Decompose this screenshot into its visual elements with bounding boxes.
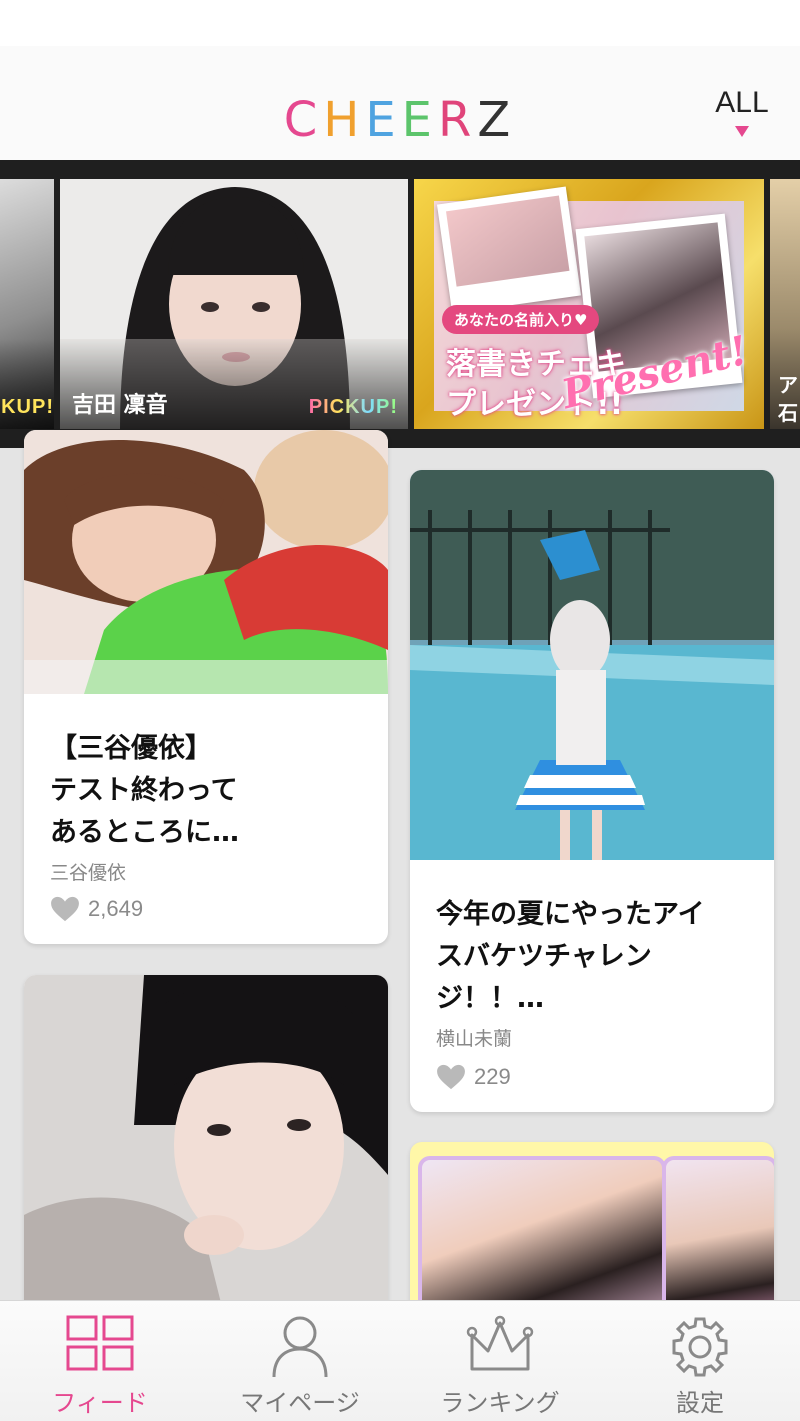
all-filter-button[interactable]: ALL — [712, 86, 772, 137]
card-author: 横山未蘭 — [436, 1028, 513, 1050]
logo-letter: E — [365, 92, 402, 148]
tab-label: 設定 — [676, 1389, 724, 1417]
bottom-tab-bar: フィード マイページ ランキング 設定 — [0, 1300, 800, 1421]
logo-letter: H — [323, 92, 366, 148]
card-title-line: テスト終わって — [50, 775, 238, 806]
tab-label: フィード — [52, 1389, 148, 1417]
all-filter-label: ALL — [715, 86, 769, 119]
tab-mypage[interactable]: マイページ — [200, 1301, 400, 1421]
card-likes[interactable]: 2,649 — [50, 896, 143, 922]
card-title-line: ジ！！… — [436, 983, 544, 1014]
tab-ranking[interactable]: ランキング — [400, 1301, 600, 1421]
feed-grid-icon — [66, 1315, 134, 1371]
card-like-count: 229 — [474, 1064, 511, 1089]
pickup-badge: PICKUP! — [309, 396, 398, 419]
tab-settings[interactable]: 設定 — [600, 1301, 800, 1421]
heart-icon — [51, 896, 79, 922]
dropdown-arrow-icon — [735, 126, 749, 137]
feed-card[interactable]: 今年の夏にやったアイ スバケツチャレン ジ！！… 横山未蘭 229 — [410, 470, 774, 1112]
card-collage-photo — [662, 1156, 774, 1322]
card-title-line: あるところに… — [50, 817, 239, 848]
polaroid-photo — [436, 186, 582, 314]
logo-letter: R — [438, 92, 478, 148]
person-icon — [272, 1316, 328, 1378]
carousel-slide-prev[interactable]: KUP! — [0, 179, 54, 429]
pickup-badge: KUP! — [1, 396, 54, 419]
card-photo — [24, 430, 388, 694]
card-collage-photo — [418, 1156, 666, 1322]
feed-card[interactable] — [24, 975, 388, 1315]
status-bar-area — [0, 0, 800, 46]
slide-partial-text: ア — [778, 373, 798, 397]
card-title-line: スバケツチャレン — [436, 941, 652, 972]
pickup-badge-text: KUP! — [1, 396, 54, 418]
feed-card[interactable]: 【三谷優依】 テスト終わって あるところに… 三谷優依 2,649 — [24, 430, 388, 944]
logo-letter: C — [283, 92, 324, 148]
cheerz-logo: CHEERZ — [0, 94, 800, 146]
present-badge: あなたの名前入り♥ — [442, 305, 600, 334]
feed-card[interactable] — [410, 1142, 774, 1322]
polaroid-picture — [446, 195, 570, 287]
pickup-badge-text: PICKUP! — [308, 396, 398, 418]
gear-icon — [672, 1317, 728, 1377]
carousel-slide-main[interactable]: 吉田 凜音 PICKUP! — [60, 179, 408, 429]
card-like-count: 2,649 — [88, 896, 144, 921]
tab-feed[interactable]: フィード — [0, 1301, 200, 1421]
pickup-carousel[interactable]: KUP! 吉田 凜音 PICKUP! あなたの名前入り♥ 落書きチェキ プレゼン… — [0, 160, 800, 448]
logo-letter: Z — [477, 92, 517, 148]
app-header: CHEERZ ALL — [0, 46, 800, 160]
slide-member-name: 吉田 凜音 — [72, 393, 168, 418]
slide-partial-text: 石 — [778, 401, 798, 425]
carousel-slide-next[interactable]: ア 石 — [770, 179, 800, 429]
card-title-line: 【三谷優依】 — [50, 733, 212, 764]
card-likes[interactable]: 229 — [436, 1064, 511, 1090]
logo-letter: E — [401, 92, 438, 148]
card-photo — [24, 975, 388, 1315]
card-photo — [410, 470, 774, 860]
present-banner-slide[interactable]: あなたの名前入り♥ 落書きチェキ プレゼント!! Present! — [414, 179, 764, 429]
card-title-line: 今年の夏にやったアイ — [436, 899, 705, 930]
card-author: 三谷優依 — [50, 862, 127, 884]
tab-label: マイページ — [240, 1389, 360, 1417]
tab-label: ランキング — [440, 1389, 560, 1417]
crown-icon — [466, 1315, 534, 1371]
heart-icon — [437, 1064, 465, 1090]
